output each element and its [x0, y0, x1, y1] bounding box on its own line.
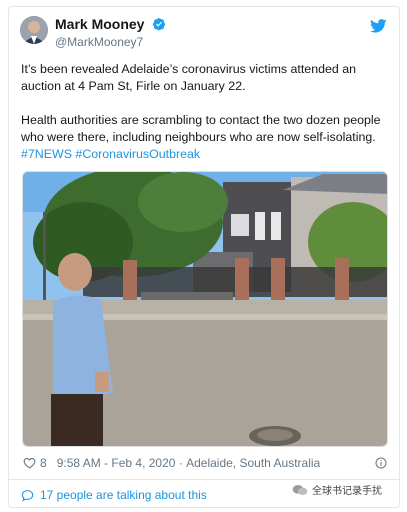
- location[interactable]: Adelaide, South Australia: [186, 456, 320, 470]
- wechat-icon: [292, 484, 308, 495]
- tweet-card: Mark Mooney @MarkMooney7 It’s been revea…: [8, 6, 400, 508]
- twitter-bird-icon[interactable]: [370, 19, 387, 33]
- watermark: 全球书记录手扰: [292, 482, 382, 497]
- talking-text[interactable]: 17 people are talking about this: [40, 488, 207, 502]
- verified-badge-icon: [152, 18, 166, 31]
- info-icon[interactable]: [375, 457, 387, 469]
- tweet-meta: 8 9:58 AM - Feb 4, 2020 · Adelaide, Sout…: [23, 456, 320, 470]
- timestamp[interactable]: 9:58 AM - Feb 4, 2020: [57, 456, 176, 470]
- handle[interactable]: @MarkMooney7: [55, 35, 166, 50]
- talking-link[interactable]: 17 people are talking about this: [21, 488, 207, 502]
- comment-bubble-icon: [21, 489, 34, 501]
- tweet-photo[interactable]: [22, 171, 388, 447]
- meta-separator: ·: [175, 456, 187, 470]
- divider: [9, 479, 399, 480]
- display-name[interactable]: Mark Mooney: [55, 16, 144, 32]
- tweet-text: It’s been revealed Adelaide’s coronaviru…: [21, 61, 391, 163]
- like-count[interactable]: 8: [40, 456, 47, 470]
- hashtag-coronavirus-outbreak[interactable]: #CoronavirusOutbreak: [75, 147, 200, 161]
- avatar[interactable]: [20, 16, 48, 44]
- watermark-text: 全球书记录手扰: [312, 486, 382, 497]
- tweet-paragraph-1: It’s been revealed Adelaide’s coronaviru…: [21, 62, 356, 93]
- tweet-paragraph-2: Health authorities are scrambling to con…: [21, 112, 391, 163]
- heart-icon[interactable]: [23, 457, 36, 469]
- tweet-paragraph-2-text: Health authorities are scrambling to con…: [21, 113, 381, 144]
- hashtag-7news[interactable]: #7NEWS: [21, 147, 72, 161]
- author-block[interactable]: Mark Mooney @MarkMooney7: [55, 16, 166, 50]
